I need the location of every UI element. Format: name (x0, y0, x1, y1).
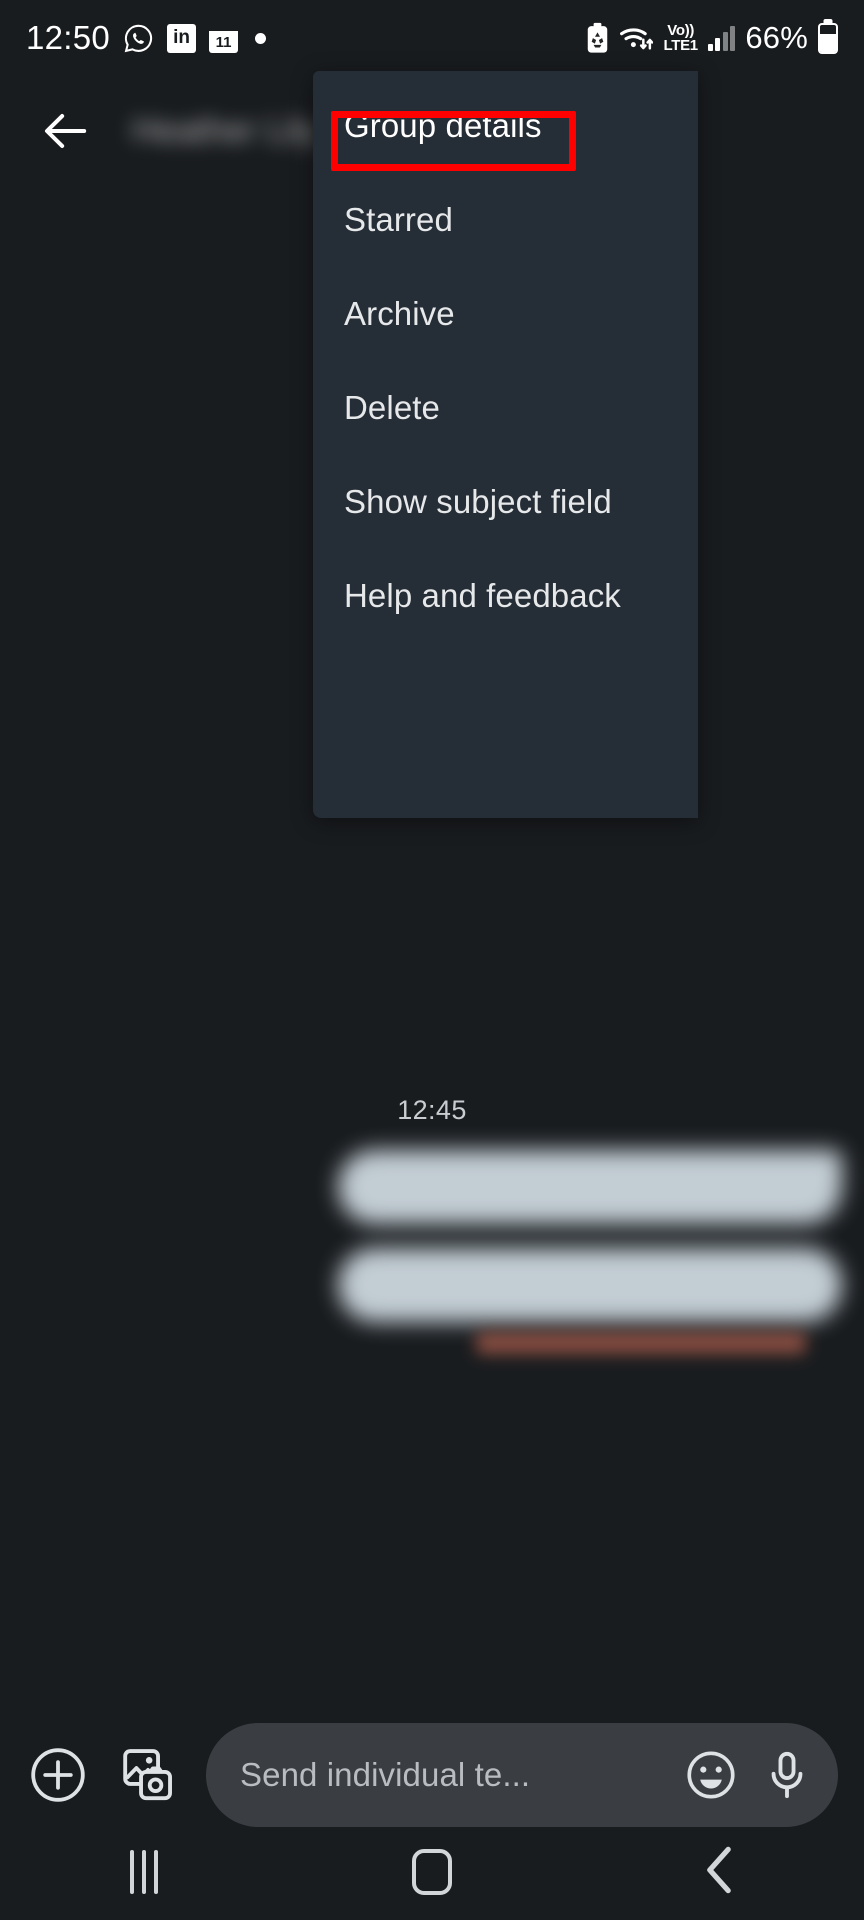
microphone-icon[interactable] (758, 1746, 816, 1804)
linkedin-icon: in (167, 23, 197, 53)
notification-dot-icon (255, 32, 267, 44)
menu-item-group-details[interactable]: Group details (313, 79, 698, 173)
emoji-smiley-icon[interactable] (682, 1746, 740, 1804)
menu-item-label: Group details (344, 107, 542, 144)
menu-item-label: Delete (344, 389, 440, 426)
calendar-day-number: 11 (215, 34, 232, 51)
signal-bars-icon (707, 25, 736, 51)
nav-recents-button[interactable] (89, 1837, 199, 1907)
message-bubble-outgoing[interactable] (338, 1150, 842, 1224)
nav-back-button[interactable] (665, 1837, 775, 1907)
message-input-field[interactable]: Send individual te... (206, 1723, 838, 1827)
menu-item-starred[interactable]: Starred (313, 173, 698, 267)
volte-label-top: Vo)) (667, 22, 695, 39)
message-bubble-outgoing[interactable] (338, 1248, 842, 1322)
conversation-title: Heather Lily (132, 111, 319, 150)
status-bar: 12:50 in 11 Vo)) LTE1 66% (0, 0, 864, 76)
status-bar-clock: 12:50 (26, 19, 111, 56)
status-bar-right: Vo)) LTE1 66% (586, 20, 838, 56)
whatsapp-icon (123, 23, 154, 54)
back-arrow-icon[interactable] (36, 102, 94, 160)
message-timestamp: 12:45 (397, 1095, 467, 1125)
menu-item-label: Show subject field (344, 483, 612, 520)
menu-item-archive[interactable]: Archive (313, 267, 698, 361)
overflow-menu: Group details Starred Archive Delete Sho… (313, 71, 698, 818)
menu-item-label: Help and feedback (344, 577, 621, 614)
menu-item-help-and-feedback[interactable]: Help and feedback (313, 549, 698, 643)
message-input-placeholder: Send individual te... (240, 1756, 531, 1793)
compose-bar: Send individual te... (0, 1712, 864, 1838)
phone-screen: 12:50 in 11 Vo)) LTE1 66% Heather Lily G… (0, 0, 864, 1920)
battery-saver-icon (586, 22, 609, 54)
menu-item-label: Starred (344, 201, 453, 238)
conversation-thread: 12:45 (0, 820, 864, 1360)
menu-item-delete[interactable]: Delete (313, 361, 698, 455)
battery-icon (818, 22, 838, 54)
gallery-camera-icon[interactable] (116, 1743, 180, 1807)
volte-label-bottom: LTE1 (663, 37, 698, 54)
plus-icon[interactable] (26, 1743, 90, 1807)
recents-icon (130, 1850, 158, 1894)
battery-percent-label: 66% (745, 20, 808, 55)
home-icon (412, 1849, 452, 1895)
back-chevron-icon (703, 1845, 737, 1900)
wifi-icon (619, 24, 654, 52)
volte-icon: Vo)) LTE1 (663, 22, 698, 54)
nav-home-button[interactable] (377, 1837, 487, 1907)
system-navigation-bar (0, 1824, 864, 1920)
message-delivery-status (476, 1332, 806, 1354)
status-bar-left: 12:50 in 11 (26, 19, 267, 57)
calendar-icon: 11 (209, 23, 239, 53)
menu-item-label: Archive (344, 295, 455, 332)
menu-item-show-subject-field[interactable]: Show subject field (313, 455, 698, 549)
